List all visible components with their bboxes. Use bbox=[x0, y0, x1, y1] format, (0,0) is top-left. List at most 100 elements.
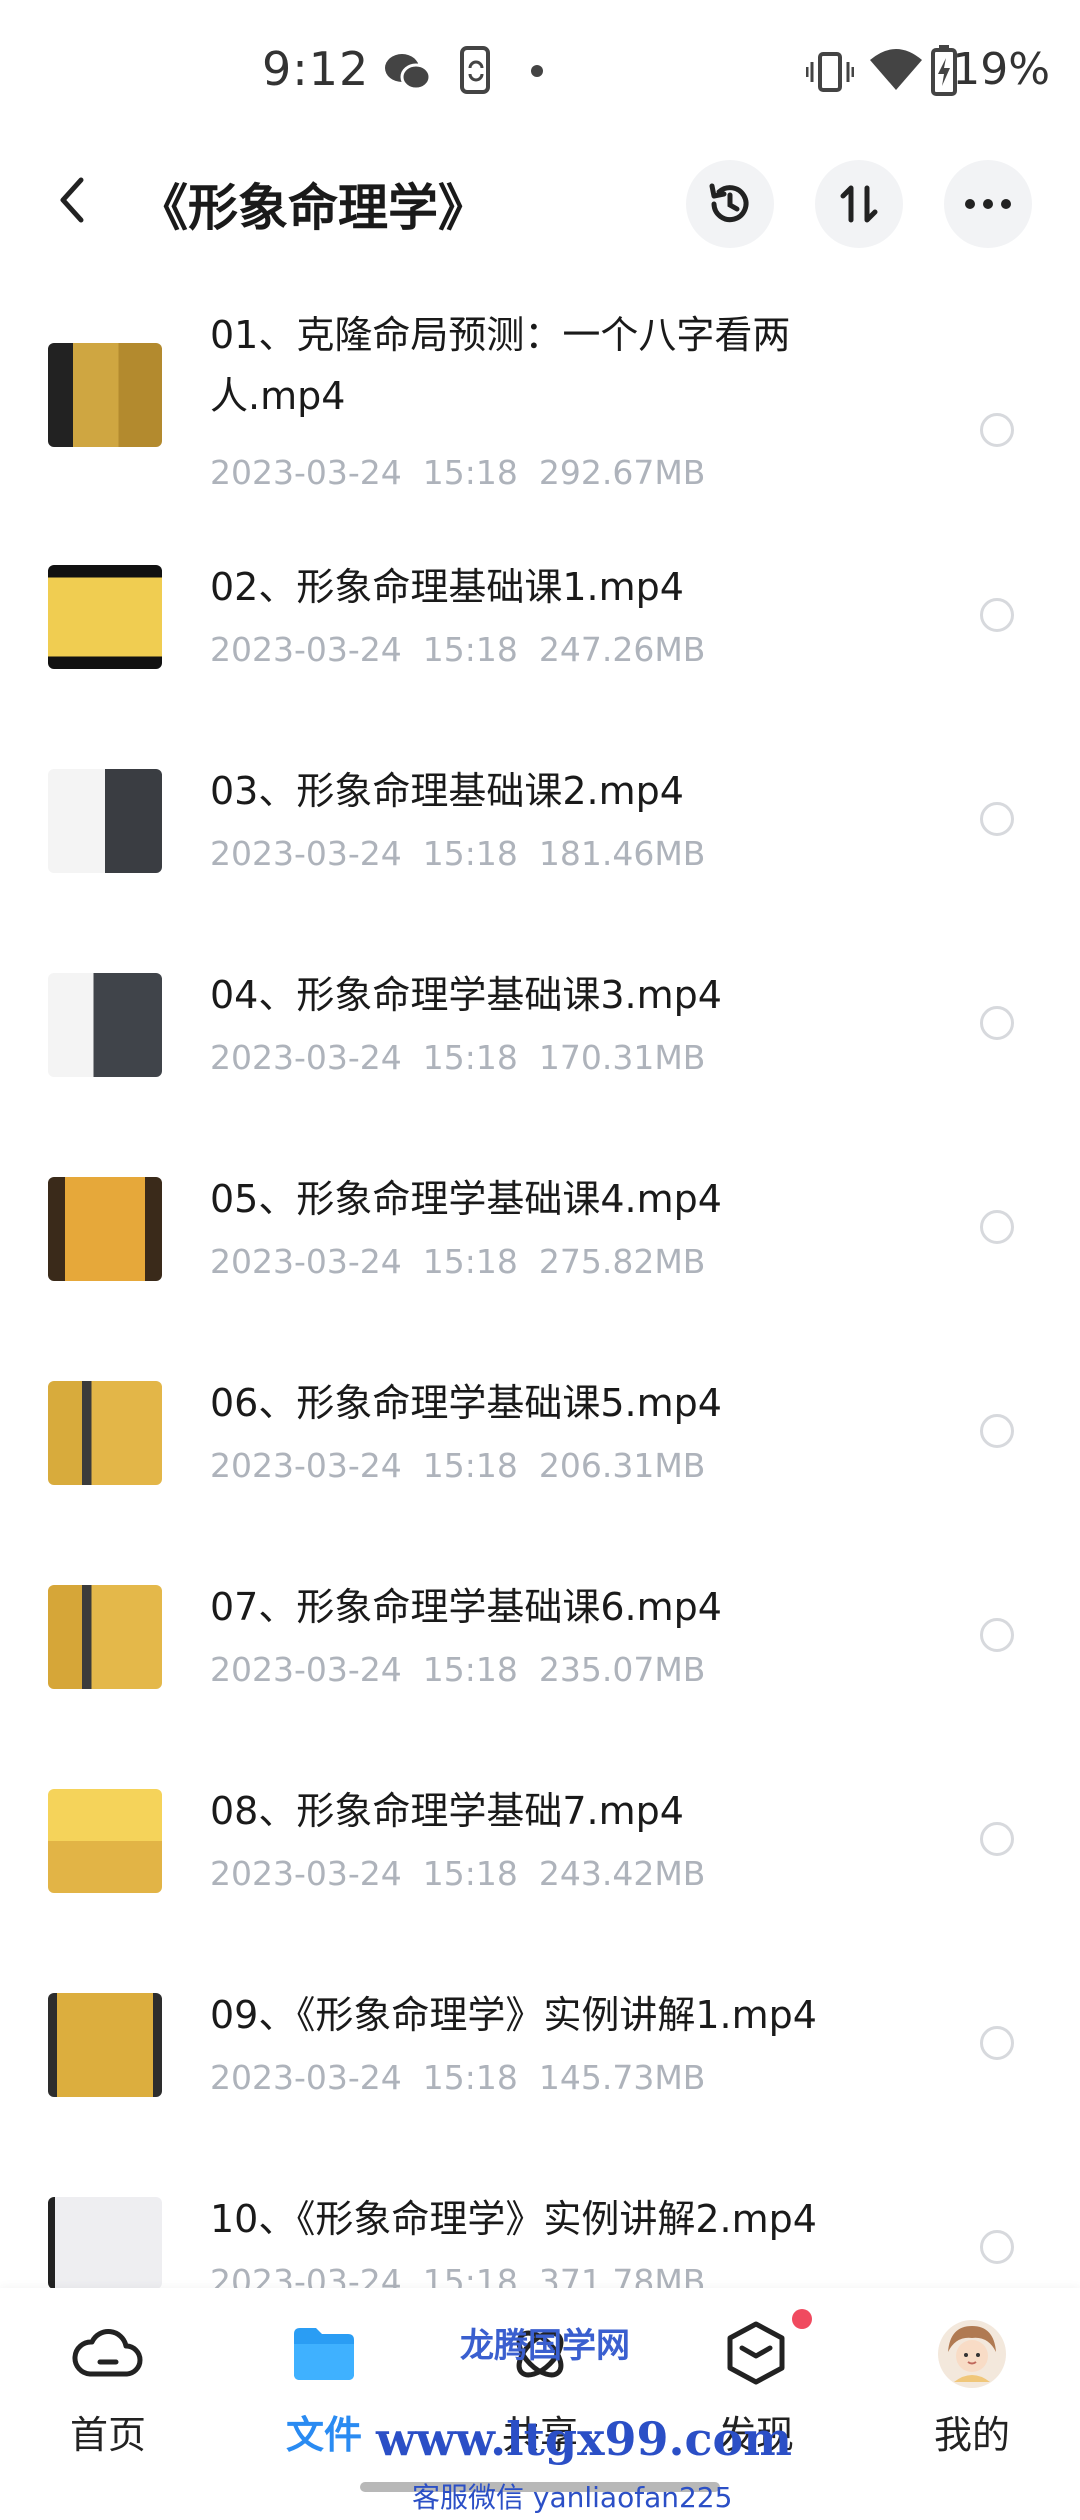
file-item[interactable]: 07、形象命理学基础课6.mp4 2023-03-24 15:18 235.07… bbox=[0, 1577, 1080, 1707]
history-icon bbox=[709, 183, 749, 223]
select-radio[interactable] bbox=[980, 413, 1014, 447]
select-radio[interactable] bbox=[980, 1006, 1014, 1040]
file-meta: 2023-03-24 15:18 206.31MB bbox=[210, 1446, 705, 1485]
watermark-contact: 客服微信 yanliaofan225 bbox=[412, 2481, 733, 2514]
file-meta: 2023-03-24 15:18 247.26MB bbox=[210, 630, 705, 669]
thumbnail-preview bbox=[48, 973, 162, 1077]
thumbnail-preview bbox=[48, 1177, 162, 1281]
file-meta: 2023-03-24 15:18 243.42MB bbox=[210, 1854, 705, 1893]
file-item[interactable]: 05、形象命理学基础课4.mp4 2023-03-24 15:18 275.82… bbox=[0, 1169, 1080, 1299]
video-thumbnail bbox=[48, 761, 162, 875]
status-bar: 9:12 19% bbox=[0, 0, 1080, 140]
file-name: 10、《形象命理学》实例讲解2.mp4 bbox=[210, 2197, 817, 2241]
back-arrow-icon bbox=[60, 177, 84, 223]
video-thumbnail bbox=[48, 1373, 162, 1487]
thumbnail-preview bbox=[48, 1381, 162, 1485]
thumbnail-preview bbox=[48, 2197, 162, 2289]
status-time: 9:12 bbox=[262, 42, 370, 96]
file-time: 15:18 bbox=[422, 630, 518, 669]
video-thumbnail bbox=[48, 1985, 162, 2099]
folder-icon bbox=[294, 2328, 354, 2380]
select-radio[interactable] bbox=[980, 2026, 1014, 2060]
file-date: 2023-03-24 bbox=[210, 2058, 402, 2097]
video-thumbnail bbox=[48, 1169, 162, 1283]
file-item[interactable]: 09、《形象命理学》实例讲解1.mp4 2023-03-24 15:18 145… bbox=[0, 1985, 1080, 2115]
video-thumbnail bbox=[48, 1781, 162, 1895]
sort-icon bbox=[840, 185, 878, 223]
select-radio[interactable] bbox=[980, 1414, 1014, 1448]
page-title: 《形象命理学》 bbox=[138, 179, 488, 237]
file-date: 2023-03-24 bbox=[210, 1446, 402, 1485]
watermark-url: www.ltgx99.com bbox=[376, 2412, 792, 2466]
file-size: 243.42MB bbox=[538, 1854, 706, 1893]
file-name: 07、形象命理学基础课6.mp4 bbox=[210, 1585, 722, 1629]
file-date: 2023-03-24 bbox=[210, 1650, 402, 1689]
sort-button[interactable] bbox=[815, 160, 903, 248]
file-date: 2023-03-24 bbox=[210, 1038, 402, 1077]
select-radio[interactable] bbox=[980, 1618, 1014, 1652]
file-date: 2023-03-24 bbox=[210, 1242, 402, 1281]
file-size: 247.26MB bbox=[538, 630, 706, 669]
file-size: 181.46MB bbox=[538, 834, 706, 873]
file-meta: 2023-03-24 15:18 292.67MB bbox=[210, 453, 705, 492]
wechat-icon bbox=[385, 54, 432, 91]
file-item[interactable]: 06、形象命理学基础课5.mp4 2023-03-24 15:18 206.31… bbox=[0, 1373, 1080, 1503]
file-date: 2023-03-24 bbox=[210, 630, 402, 669]
file-item[interactable]: 08、形象命理学基础7.mp4 2023-03-24 15:18 243.42M… bbox=[0, 1781, 1080, 1911]
thumbnail-preview bbox=[48, 769, 162, 873]
file-size: 145.73MB bbox=[538, 2058, 706, 2097]
file-time: 15:18 bbox=[422, 1854, 518, 1893]
file-size: 206.31MB bbox=[538, 1446, 706, 1485]
thumbnail-preview bbox=[48, 343, 162, 447]
more-button[interactable] bbox=[944, 160, 1032, 248]
thumbnail-preview bbox=[48, 1789, 162, 1893]
file-size: 275.82MB bbox=[538, 1242, 706, 1281]
file-item[interactable]: 04、形象命理学基础课3.mp4 2023-03-24 15:18 170.31… bbox=[0, 965, 1080, 1095]
nav-home[interactable]: 首页 bbox=[0, 2288, 216, 2520]
file-item[interactable]: 01、克隆命局预测：一个八字看两人.mp4 2023-03-24 15:18 2… bbox=[0, 305, 1080, 492]
file-date: 2023-03-24 bbox=[210, 834, 402, 873]
file-meta: 2023-03-24 15:18 170.31MB bbox=[210, 1038, 705, 1077]
select-radio[interactable] bbox=[980, 1822, 1014, 1856]
select-radio[interactable] bbox=[980, 1210, 1014, 1244]
file-meta: 2023-03-24 15:18 235.07MB bbox=[210, 1650, 705, 1689]
file-time: 15:18 bbox=[422, 1242, 518, 1281]
phone-sync-icon bbox=[460, 46, 490, 94]
file-meta: 2023-03-24 15:18 181.46MB bbox=[210, 834, 705, 873]
dot-icon bbox=[531, 65, 543, 77]
history-button[interactable] bbox=[686, 160, 774, 248]
file-item[interactable]: 03、形象命理基础课2.mp4 2023-03-24 15:18 181.46M… bbox=[0, 761, 1080, 891]
file-name: 03、形象命理基础课2.mp4 bbox=[210, 769, 684, 813]
nav-me[interactable]: 我的 bbox=[864, 2288, 1080, 2520]
video-thumbnail bbox=[48, 1577, 162, 1691]
file-time: 15:18 bbox=[422, 1038, 518, 1077]
file-date: 2023-03-24 bbox=[210, 1854, 402, 1893]
file-date: 2023-03-24 bbox=[210, 453, 402, 492]
file-name: 04、形象命理学基础课3.mp4 bbox=[210, 973, 722, 1017]
vibrate-icon bbox=[806, 52, 854, 92]
select-radio[interactable] bbox=[980, 598, 1014, 632]
file-size: 170.31MB bbox=[538, 1038, 706, 1077]
file-item[interactable]: 02、形象命理基础课1.mp4 2023-03-24 15:18 247.26M… bbox=[0, 557, 1080, 687]
select-radio[interactable] bbox=[980, 802, 1014, 836]
select-radio[interactable] bbox=[980, 2230, 1014, 2264]
avatar-icon bbox=[938, 2320, 1006, 2388]
back-button[interactable] bbox=[40, 168, 104, 232]
file-time: 15:18 bbox=[422, 2058, 518, 2097]
file-name: 05、形象命理学基础课4.mp4 bbox=[210, 1177, 722, 1221]
nav-label: 我的 bbox=[933, 2413, 1010, 2457]
file-size: 292.67MB bbox=[538, 453, 706, 492]
discover-cube-icon bbox=[727, 2321, 785, 2385]
file-size: 235.07MB bbox=[538, 1650, 706, 1689]
file-time: 15:18 bbox=[422, 453, 518, 492]
file-item[interactable]: 10、《形象命理学》实例讲解2.mp4 2023-03-24 15:18 371… bbox=[0, 2189, 1080, 2301]
file-time: 15:18 bbox=[422, 1446, 518, 1485]
file-name: 06、形象命理学基础课5.mp4 bbox=[210, 1381, 722, 1425]
video-thumbnail bbox=[48, 965, 162, 1079]
video-thumbnail bbox=[48, 2189, 162, 2289]
file-meta: 2023-03-24 15:18 145.73MB bbox=[210, 2058, 705, 2097]
more-icon bbox=[965, 199, 1011, 209]
app-header: 《形象命理学》 bbox=[0, 140, 1080, 260]
video-thumbnail bbox=[48, 557, 162, 671]
file-time: 15:18 bbox=[422, 1650, 518, 1689]
